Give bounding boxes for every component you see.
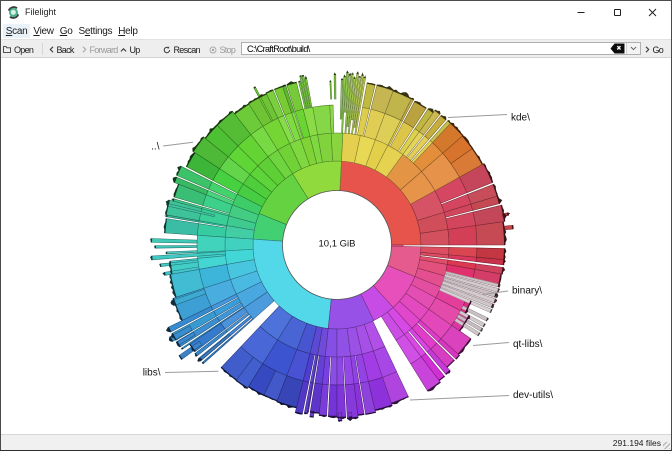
up-label: Up: [130, 45, 140, 55]
segment-fringe: [338, 420, 342, 422]
clear-location-icon[interactable]: [610, 43, 625, 54]
filelight-app-icon: [7, 6, 20, 19]
main-view: 10,1 GiB kde\ ..\ binary\ qt-libs\ dev-utils\…: [1, 58, 671, 434]
map-segment[interactable]: [337, 357, 344, 385]
resize-grip[interactable]: [663, 442, 670, 449]
forward-icon: [82, 46, 87, 53]
maximize-button[interactable]: [599, 1, 636, 23]
close-icon: [648, 8, 657, 17]
map-segment[interactable]: [504, 225, 513, 230]
minimize-icon: [577, 8, 585, 17]
center-size-label: 10,1 GiB: [319, 239, 356, 250]
dir-label: dev-utils\: [513, 390, 553, 401]
open-label: Open: [14, 45, 33, 55]
menu-bar: ScanViewGoSettingsHelp: [1, 23, 671, 39]
up-icon: [120, 47, 127, 53]
label-line: [410, 396, 509, 401]
menu-go[interactable]: Go: [57, 24, 76, 38]
go-button[interactable]: Go: [645, 40, 664, 59]
rescan-icon: [163, 46, 171, 54]
forward-button[interactable]: Forward: [82, 40, 118, 59]
segment-fringe: [159, 264, 161, 267]
chevron-down-icon: [630, 46, 637, 51]
toolbar: Open Back Forward Up Rescan Stop C:\CraftRoot\…: [1, 39, 671, 58]
stop-icon: [209, 46, 217, 54]
segment-fringe: [344, 74, 346, 77]
rescan-label: Rescan: [174, 45, 200, 55]
dir-label: kde\: [511, 113, 530, 124]
dir-label: ..\: [151, 142, 160, 153]
folder-icon: [3, 46, 11, 53]
segment-fringe: [150, 239, 152, 243]
maximize-icon: [613, 8, 622, 17]
window-title: Filelight: [25, 7, 56, 17]
segment-fringe: [300, 75, 302, 77]
segment-fringe: [362, 72, 364, 76]
map-segment[interactable]: [197, 235, 225, 252]
filelight-window: Filelight ScanViewGoSettingsHelp OpenBac…: [0, 0, 672, 451]
close-button[interactable]: [634, 1, 671, 23]
map-segment[interactable]: [330, 357, 337, 385]
segment-fringe: [308, 411, 309, 414]
segment-fringe: [150, 256, 153, 260]
dir-label: binary\: [512, 286, 542, 297]
map-segment[interactable]: [155, 245, 197, 248]
title-bar[interactable]: Filelight: [1, 1, 671, 23]
back-button[interactable]: Back: [49, 40, 74, 59]
label-line: [163, 142, 193, 146]
segment-fringe: [507, 213, 510, 216]
dir-label: qt-libs\: [513, 339, 543, 350]
back-label: Back: [57, 45, 74, 55]
back-icon: [49, 46, 54, 53]
menu-settings[interactable]: Settings: [75, 24, 115, 38]
segment-fringe: [164, 215, 167, 217]
segment-fringe: [154, 246, 156, 249]
label-line: [473, 343, 509, 346]
menu-help[interactable]: Help: [115, 24, 140, 38]
map-segment[interactable]: [225, 237, 253, 251]
location-input[interactable]: C:\CraftRoot\build\: [242, 44, 610, 54]
stop-button[interactable]: Stop: [209, 40, 236, 59]
segment-fringe: [305, 75, 307, 79]
segment-fringe: [347, 70, 349, 73]
segment-fringe: [364, 75, 366, 78]
segment-fringe: [357, 71, 359, 74]
segment-fringe: [162, 272, 165, 275]
segment-fringe: [334, 72, 336, 75]
label-line: [165, 371, 219, 372]
go-icon: [645, 46, 650, 53]
toolbar-separator: [42, 43, 43, 55]
stop-label: Stop: [220, 45, 236, 55]
status-bar: 291.194 files: [1, 434, 671, 450]
dir-label: libs\: [143, 368, 161, 379]
menu-view[interactable]: View: [30, 24, 56, 38]
segment-fringe: [503, 260, 506, 265]
segment-fringe: [330, 80, 331, 82]
segment-fringe: [352, 72, 354, 75]
file-count: 291.194 files: [613, 438, 661, 448]
label-line: [448, 115, 507, 118]
radial-map[interactable]: 10,1 GiB kde\ ..\ binary\ qt-libs\ dev-utils\…: [1, 58, 671, 434]
go-label: Go: [653, 45, 664, 55]
open-button[interactable]: Open: [3, 40, 33, 59]
map-segment[interactable]: [330, 81, 332, 99]
location-bar[interactable]: C:\CraftRoot\build\: [241, 42, 641, 55]
minimize-button[interactable]: [562, 1, 599, 23]
segment-fringe: [349, 73, 351, 76]
segment-fringe: [341, 78, 343, 80]
forward-label: Forward: [90, 45, 118, 55]
segment-fringe: [166, 252, 168, 254]
map-segment[interactable]: [331, 133, 343, 161]
segment-fringe: [328, 416, 337, 419]
segment-fringe: [354, 76, 356, 79]
map-segment[interactable]: [328, 385, 337, 417]
map-segment[interactable]: [151, 239, 197, 244]
location-dropdown[interactable]: [626, 43, 640, 54]
rescan-button[interactable]: Rescan: [163, 40, 200, 59]
up-button[interactable]: Up: [120, 40, 140, 59]
map-segment[interactable]: [334, 74, 336, 99]
menu-scan[interactable]: Scan: [3, 24, 31, 38]
